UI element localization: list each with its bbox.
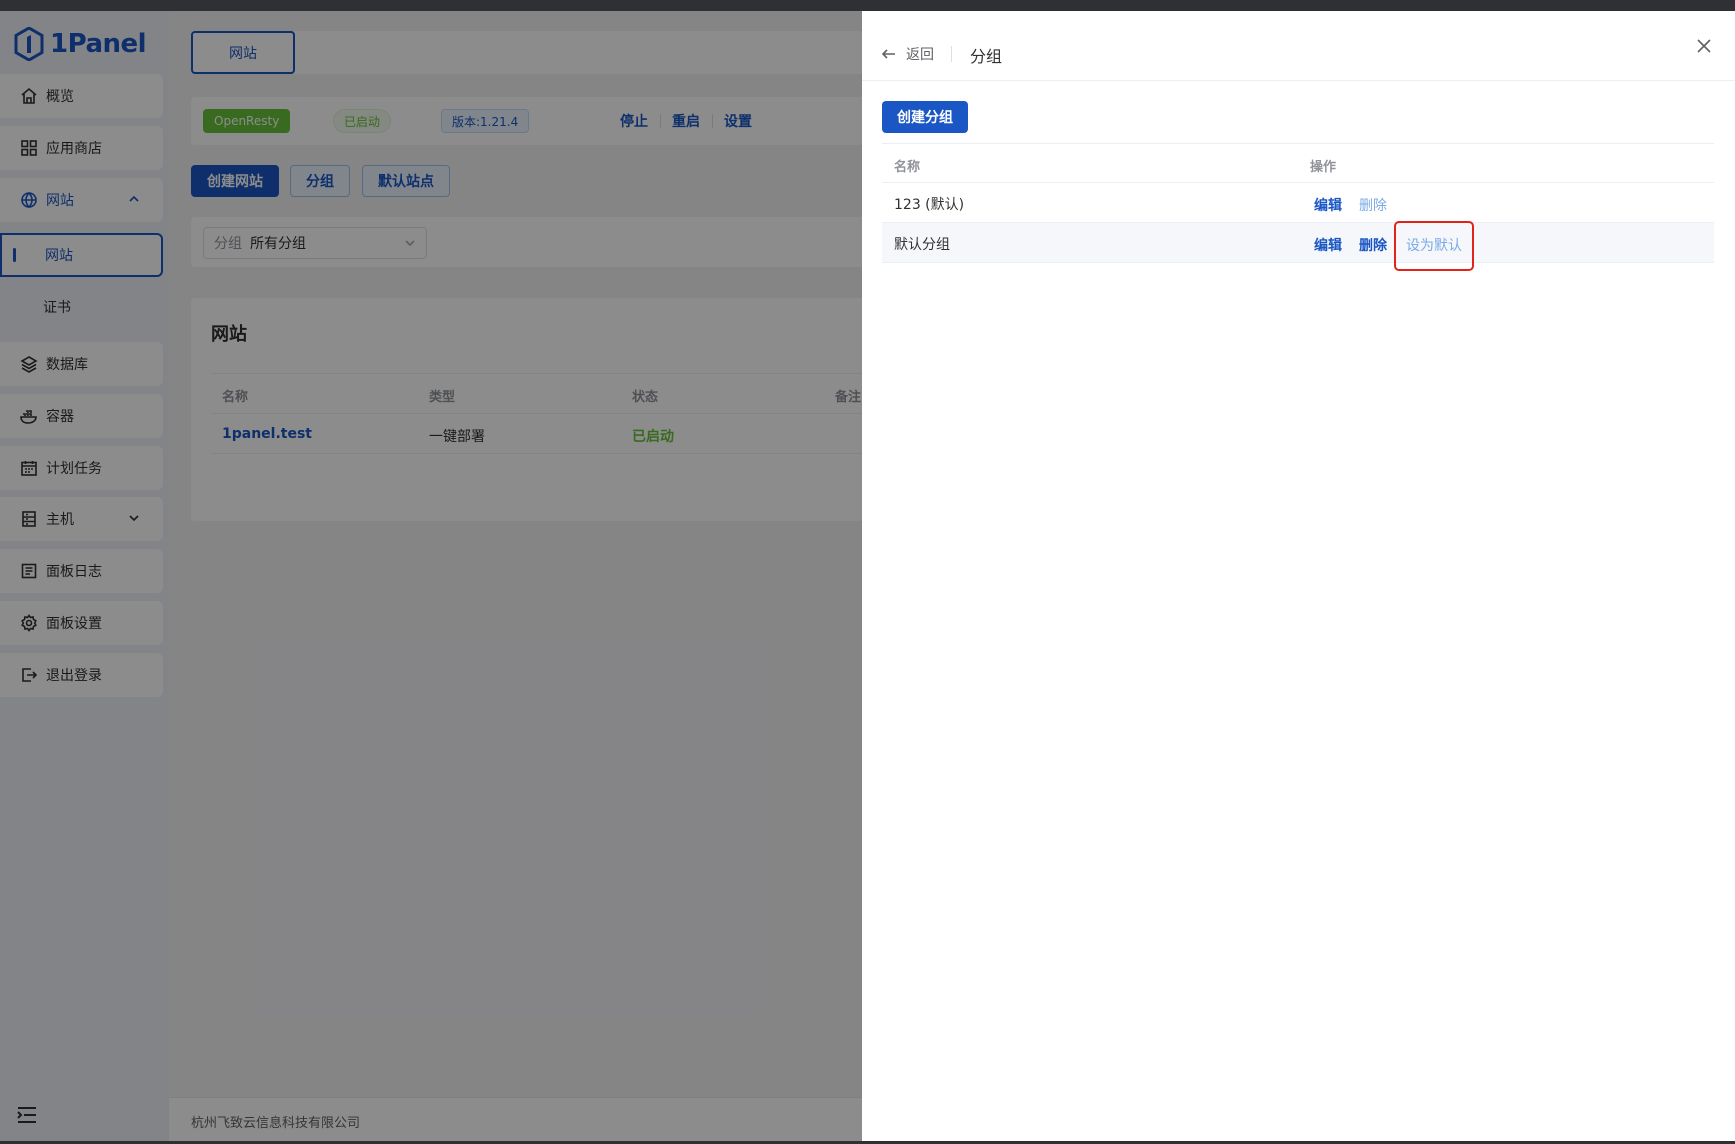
column-header-name: 名称 [894, 160, 921, 175]
group-name: 123 (默认) [894, 197, 965, 213]
group-name: 默认分组 [894, 237, 950, 253]
edit-button[interactable]: 编辑 [1314, 195, 1342, 215]
drawer-title: 分组 [970, 47, 1003, 66]
group-drawer: 返回 分组 创建分组 名称 操作 123 (默认) 编辑 删除 默认分组 编辑 … [862, 11, 1735, 1141]
column-header-ops: 操作 [1310, 160, 1337, 175]
table-row: 默认分组 编辑 删除 设为默认 [882, 223, 1714, 263]
close-icon[interactable] [1695, 37, 1713, 55]
delete-button[interactable]: 删除 [1359, 235, 1387, 255]
divider [951, 46, 952, 62]
table-row: 123 (默认) 编辑 删除 [882, 183, 1714, 223]
annotation-highlight-box [1394, 221, 1474, 271]
table-header: 名称 操作 [882, 143, 1714, 183]
delete-button[interactable]: 删除 [1359, 195, 1387, 215]
group-table: 名称 操作 123 (默认) 编辑 删除 默认分组 编辑 删除 设为默认 [882, 143, 1714, 263]
drawer-header: 返回 分组 [862, 11, 1735, 81]
edit-button[interactable]: 编辑 [1314, 235, 1342, 255]
arrow-left-icon [882, 49, 895, 59]
back-label: 返回 [906, 47, 934, 63]
back-button[interactable]: 返回 [882, 44, 934, 64]
create-group-button[interactable]: 创建分组 [882, 101, 968, 133]
